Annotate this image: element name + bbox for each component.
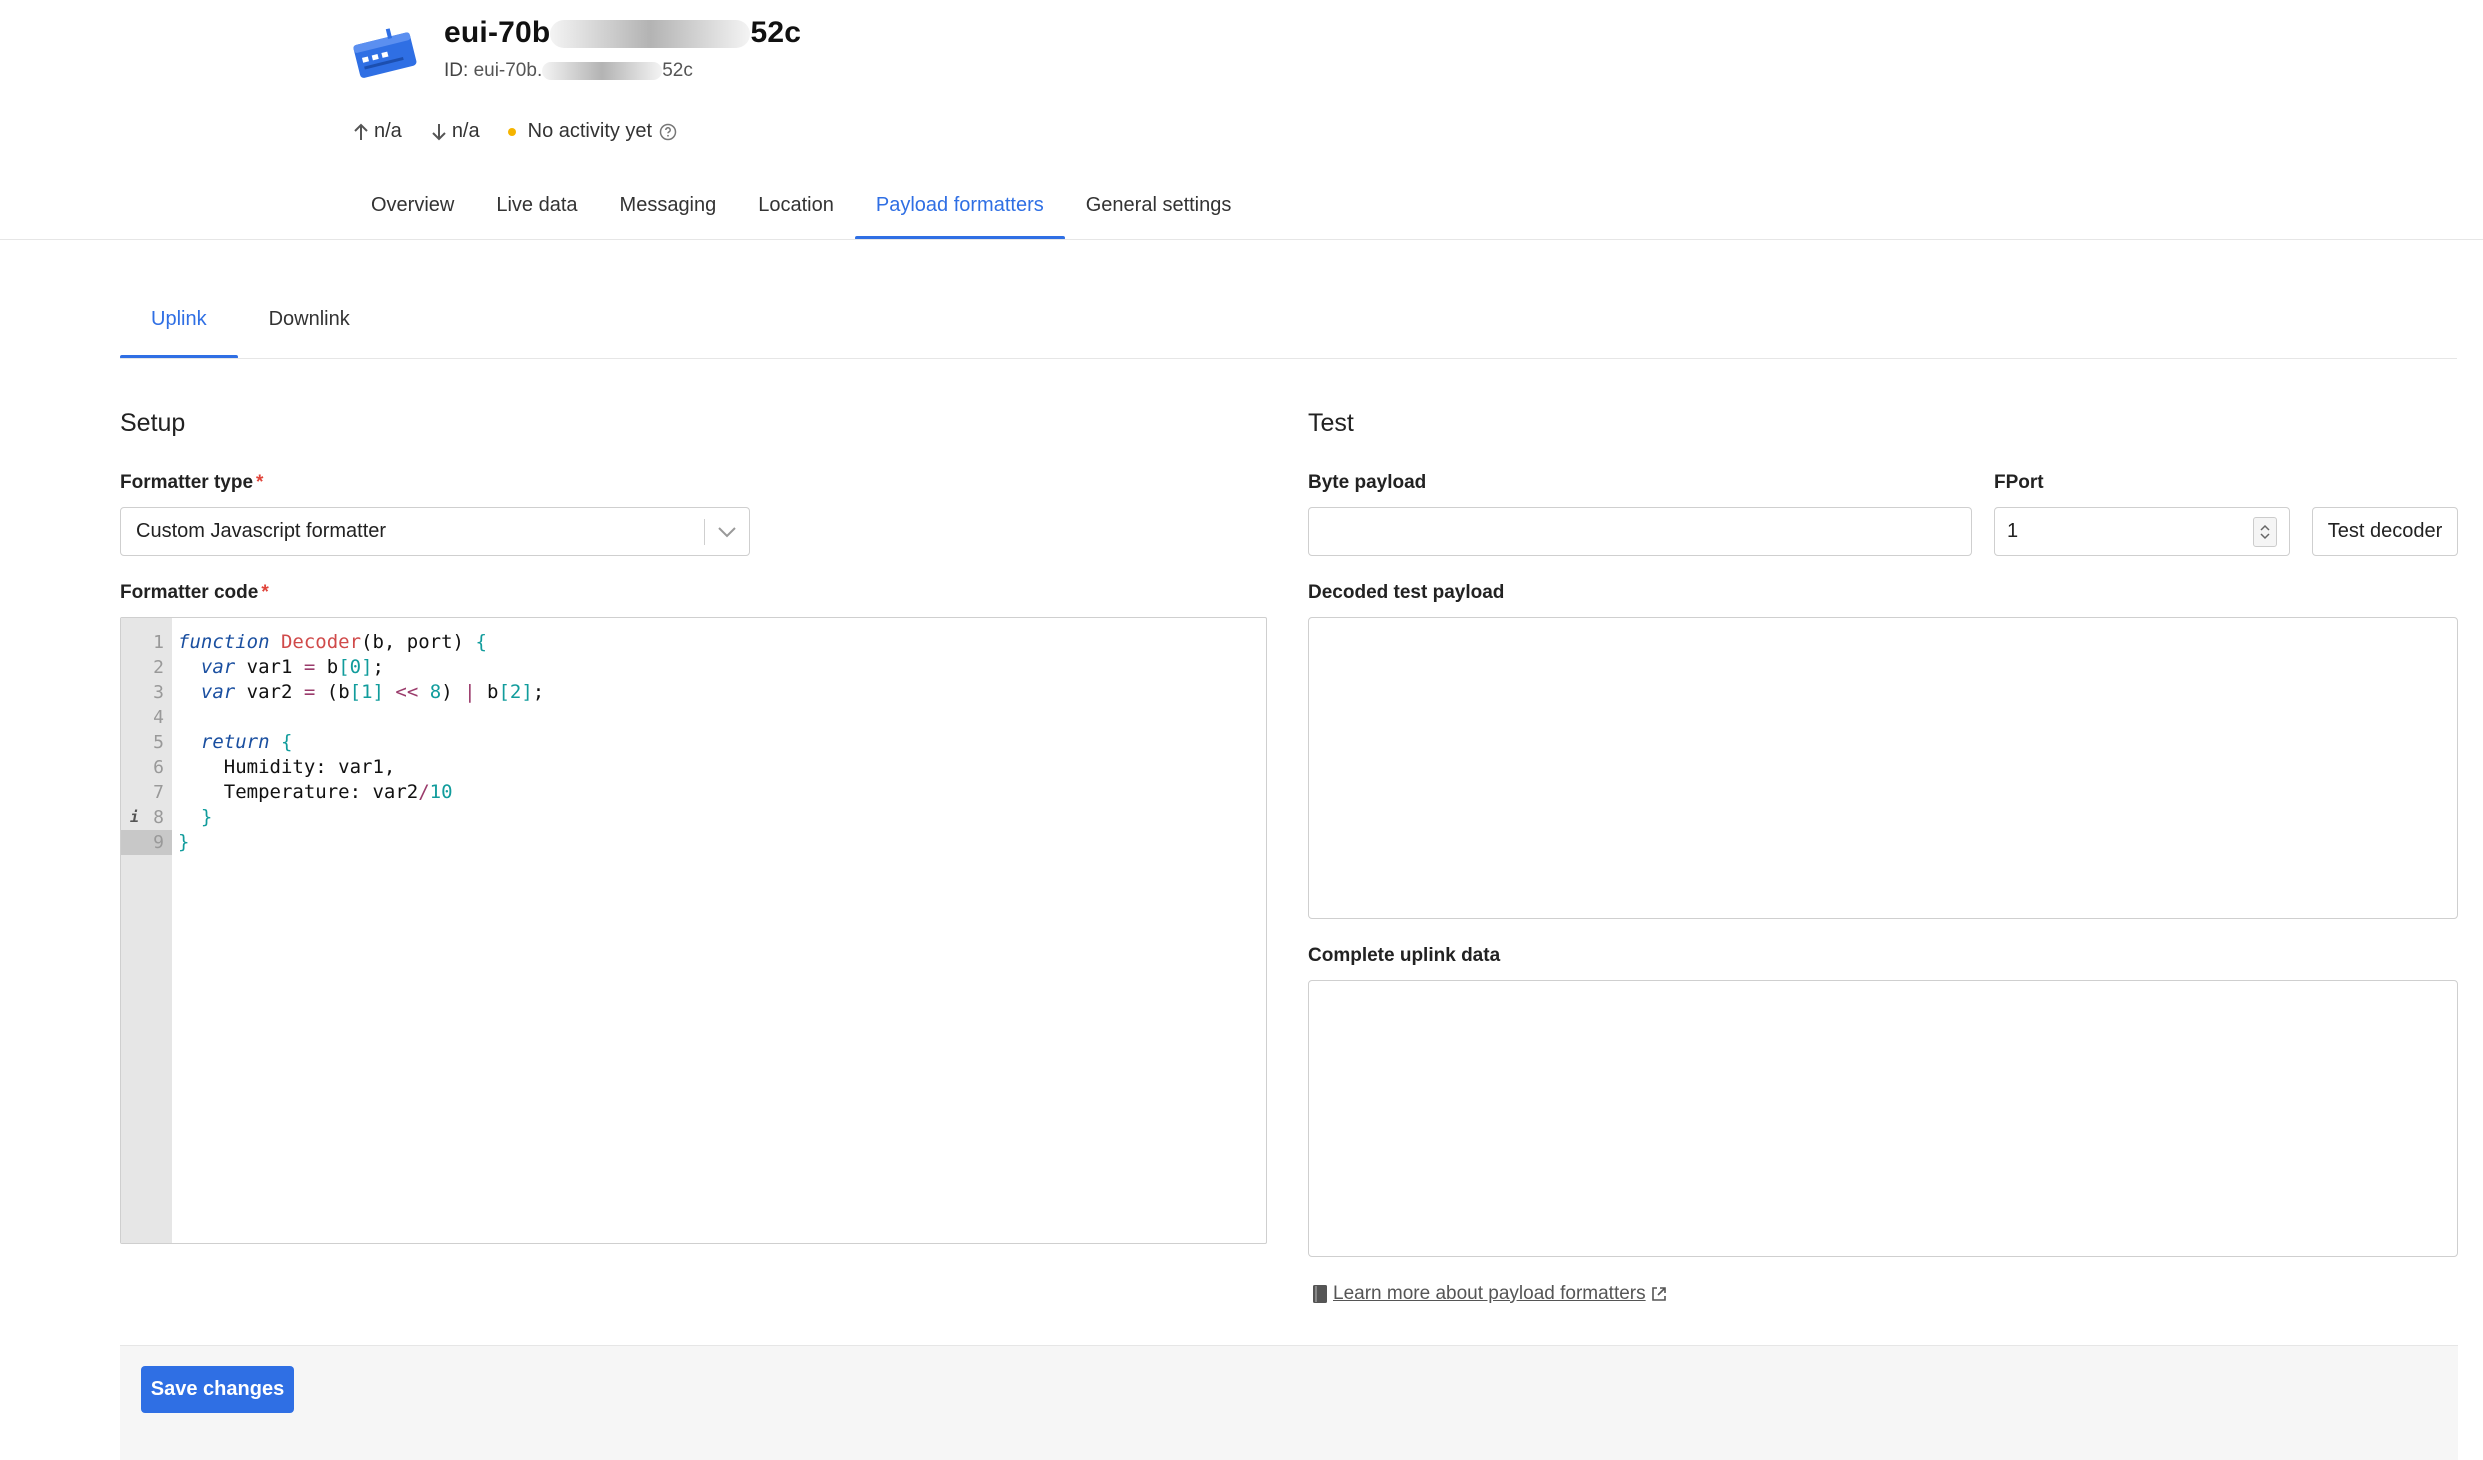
device-id: ID: eui-70b. 52c: [444, 60, 693, 81]
activity-dot: [507, 127, 516, 136]
device-title: eui-70b 52c: [444, 16, 802, 49]
book-icon: [1313, 1285, 1327, 1303]
test-decoder-button[interactable]: Test decoder: [2312, 507, 2458, 556]
line-number-with-info: i8: [130, 805, 164, 830]
downlink-stat: n/a: [430, 120, 480, 143]
sub-tabs-divider: [120, 358, 2457, 359]
tab-overview[interactable]: Overview: [350, 182, 475, 240]
line-number: 1: [153, 632, 164, 653]
decoded-payload-label: Decoded test payload: [1308, 582, 1505, 603]
formatter-type-label: Formatter type *: [120, 472, 264, 493]
line-number: 6: [153, 757, 164, 778]
test-title: Test: [1308, 409, 1354, 437]
tab-uplink[interactable]: Uplink: [120, 296, 238, 359]
sub-tabs: Uplink Downlink: [120, 296, 381, 359]
code-line: Humidity: var1,: [178, 756, 396, 778]
decoded-payload-output[interactable]: [1308, 617, 2458, 919]
fport-stepper[interactable]: [2253, 516, 2277, 547]
info-icon[interactable]: i: [130, 805, 139, 830]
arrow-up-icon: [354, 123, 368, 140]
tab-location[interactable]: Location: [737, 182, 855, 240]
redacted-mask: [542, 61, 663, 80]
code-editor[interactable]: 1 2 3 4 5 6 7 i8 9 function Decoder(b, p…: [120, 617, 1267, 1244]
formatter-type-value: Custom Javascript formatter: [136, 520, 387, 542]
chevron-down-icon[interactable]: [2259, 532, 2271, 540]
code-line: var var1 = b[0];: [200, 656, 384, 678]
activity-stat: No activity yet: [507, 120, 681, 143]
fport-label: FPort: [1994, 472, 2044, 493]
line-number-active: 9: [121, 830, 172, 855]
code-line: Temperature: var2/10: [178, 781, 453, 803]
byte-payload-input[interactable]: [1308, 507, 1972, 556]
code-content[interactable]: function Decoder(b, port) { var var1 = b…: [172, 618, 1266, 1243]
redacted-mask: [550, 20, 751, 49]
fport-input[interactable]: 1: [1994, 507, 2290, 556]
formatter-type-select[interactable]: Custom Javascript formatter: [120, 507, 750, 556]
chevron-up-icon[interactable]: [2259, 524, 2271, 532]
formatter-code-label: Formatter code *: [120, 582, 269, 603]
device-stats: n/a n/a No activity yet: [352, 120, 709, 143]
complete-uplink-output[interactable]: [1308, 980, 2458, 1257]
device-icon: [350, 26, 422, 84]
code-line: }: [200, 806, 213, 828]
arrow-down-icon: [432, 123, 446, 140]
required-marker: *: [256, 472, 264, 493]
byte-payload-label: Byte payload: [1308, 472, 1427, 493]
main-tabs: Overview Live data Messaging Location Pa…: [350, 182, 1252, 240]
code-line: }: [178, 831, 190, 853]
line-number-gutter: 1 2 3 4 5 6 7 i8 9: [121, 618, 172, 1243]
external-link-icon[interactable]: [1651, 1286, 1667, 1302]
line-number: 5: [153, 732, 164, 753]
setup-title: Setup: [120, 409, 186, 437]
tab-live-data[interactable]: Live data: [475, 182, 598, 240]
tab-downlink[interactable]: Downlink: [238, 296, 381, 359]
tab-payload-formatters[interactable]: Payload formatters: [854, 182, 1065, 240]
chevron-down-icon[interactable]: [705, 526, 749, 538]
learn-more-link[interactable]: Learn more about payload formatters: [1333, 1283, 1646, 1305]
line-number: 7: [153, 782, 164, 803]
save-changes-button[interactable]: Save changes: [141, 1366, 294, 1413]
uplink-stat: n/a: [352, 120, 402, 143]
code-line: function Decoder(b, port) {: [178, 631, 487, 653]
form-footer: [120, 1345, 2458, 1460]
learn-more: Learn more about payload formatters: [1312, 1283, 1667, 1305]
line-number: 3: [153, 682, 164, 703]
line-number: 2: [153, 657, 164, 678]
required-marker: *: [261, 582, 269, 603]
help-icon[interactable]: [659, 123, 677, 141]
tab-messaging[interactable]: Messaging: [599, 182, 738, 240]
code-line: var var2 = (b[1] << 8) | b[2];: [200, 681, 545, 703]
tab-general-settings[interactable]: General settings: [1065, 182, 1253, 240]
complete-uplink-label: Complete uplink data: [1308, 945, 1501, 966]
code-line: return {: [200, 731, 293, 753]
fport-value: 1: [2007, 520, 2019, 542]
main-tabs-divider: [0, 239, 2483, 240]
line-number: 4: [153, 707, 164, 728]
